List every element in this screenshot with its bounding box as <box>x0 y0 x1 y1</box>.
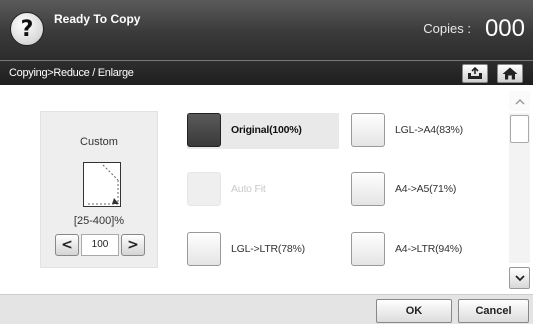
tray-upload-icon <box>468 67 482 79</box>
ok-button[interactable]: OK <box>376 299 452 323</box>
chevron-up-icon <box>514 98 525 105</box>
option-lgl-a4-box <box>351 113 385 147</box>
copies-count[interactable]: 000 <box>485 15 525 43</box>
custom-range: [25-400]% <box>73 215 125 227</box>
option-lgl-ltr-label: LGL->LTR(78%) <box>231 243 305 255</box>
question-mark-icon: ? <box>20 16 34 42</box>
option-lgl-ltr[interactable]: LGL->LTR(78%) <box>187 232 339 268</box>
chevron-right-icon: > <box>127 237 139 253</box>
cancel-button[interactable]: Cancel <box>458 299 529 323</box>
tray-upload-button[interactable] <box>462 64 488 83</box>
decrement-button[interactable]: < <box>55 234 79 256</box>
action-bar: OK Cancel <box>0 294 533 324</box>
zoom-stepper: < 100 > <box>55 234 145 256</box>
home-icon <box>502 67 518 80</box>
scroll-thumb[interactable] <box>510 115 529 143</box>
option-a4-ltr[interactable]: A4->LTR(94%) <box>351 232 501 268</box>
document-icon <box>83 162 121 207</box>
option-a4-ltr-label: A4->LTR(94%) <box>395 243 463 255</box>
custom-panel: Custom [25-400]% < 100 > <box>40 111 158 268</box>
scroll-up-button[interactable] <box>509 91 530 111</box>
custom-title: Custom <box>80 136 118 148</box>
status-bar: ? Ready To Copy Copies : 000 <box>0 0 533 60</box>
chevron-left-icon: < <box>61 237 73 253</box>
option-original-box <box>187 113 221 147</box>
option-a4-a5[interactable]: A4->A5(71%) <box>351 172 501 208</box>
zoom-value-input[interactable]: 100 <box>81 234 119 256</box>
option-original[interactable]: Original(100%) <box>187 113 339 149</box>
option-auto-fit-box <box>187 172 221 206</box>
option-a4-a5-label: A4->A5(71%) <box>395 183 457 195</box>
option-lgl-a4-label: LGL->A4(83%) <box>395 124 463 136</box>
option-a4-ltr-box <box>351 232 385 266</box>
copies-label: Copies : <box>423 21 471 36</box>
option-auto-fit: Auto Fit <box>187 172 339 208</box>
home-button[interactable] <box>497 64 523 83</box>
screen-title: Ready To Copy <box>54 12 141 26</box>
option-lgl-a4[interactable]: LGL->A4(83%) <box>351 113 501 149</box>
option-lgl-ltr-box <box>187 232 221 266</box>
copy-screen: ? Ready To Copy Copies : 000 Copying>Red… <box>0 0 533 324</box>
option-original-label: Original(100%) <box>231 124 302 136</box>
reduce-enlarge-content: Custom [25-400]% < 100 > Original(100%) … <box>0 86 533 294</box>
breadcrumb-bar: Copying>Reduce / Enlarge <box>0 60 533 85</box>
option-auto-fit-label: Auto Fit <box>231 183 266 195</box>
scrollbar[interactable] <box>509 91 530 290</box>
chevron-down-icon <box>514 274 525 281</box>
option-a4-a5-box <box>351 172 385 206</box>
scroll-track[interactable] <box>509 113 530 263</box>
breadcrumb: Copying>Reduce / Enlarge <box>9 67 134 79</box>
scroll-down-button[interactable] <box>509 267 530 289</box>
increment-button[interactable]: > <box>121 234 145 256</box>
help-button[interactable]: ? <box>10 12 44 46</box>
